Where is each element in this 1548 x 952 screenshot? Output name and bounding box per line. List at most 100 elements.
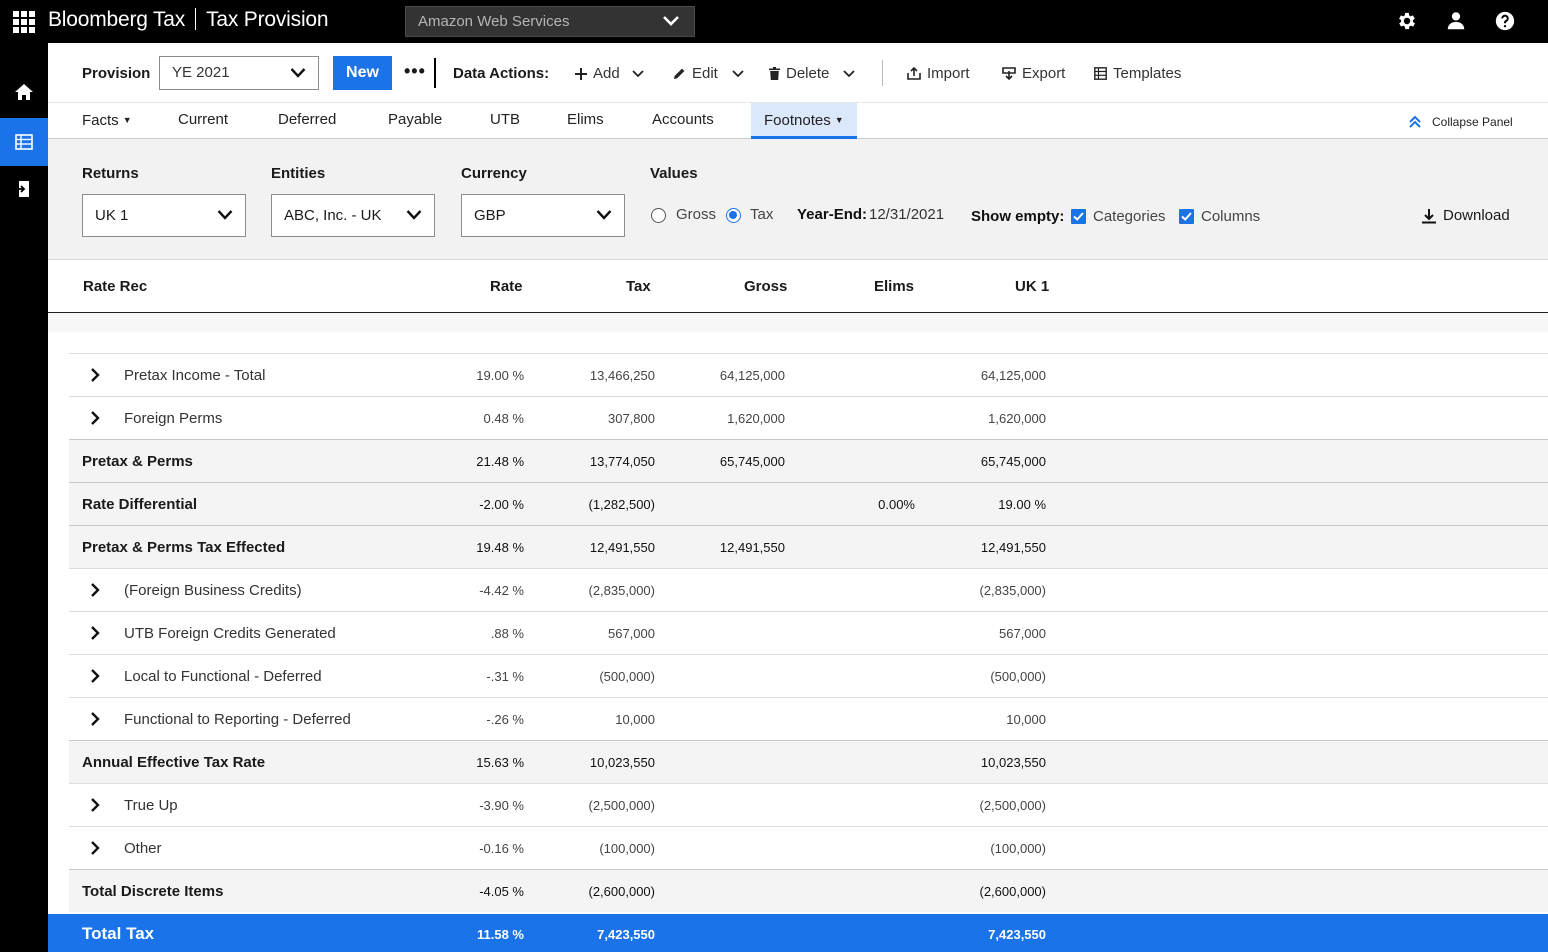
rate-cell: -.31 % xyxy=(486,669,524,684)
tax-cell: 12,491,550 xyxy=(589,540,655,555)
chevron-right-icon[interactable] xyxy=(89,410,101,426)
categories-checkbox[interactable] xyxy=(1071,209,1086,224)
download-button[interactable]: Download xyxy=(1421,207,1510,224)
tax-cell: (2,500,000) xyxy=(588,798,656,813)
more-options-button[interactable]: ••• xyxy=(404,61,426,82)
column-header-rate-rec[interactable]: Rate Rec xyxy=(83,278,147,295)
tab-current[interactable]: Current xyxy=(178,103,228,139)
table-row[interactable]: True Up -3.90 % (2,500,000) (2,500,000) xyxy=(69,783,1548,826)
user-icon[interactable] xyxy=(1445,10,1467,32)
row-label: Total Discrete Items xyxy=(82,883,224,900)
uk1-cell: 1,620,000 xyxy=(988,411,1046,426)
tax-radio[interactable] xyxy=(726,208,741,223)
column-header-rate[interactable]: Rate xyxy=(490,278,523,295)
provision-select[interactable]: YE 2021 xyxy=(159,56,319,90)
entities-select[interactable]: ABC, Inc. - UK xyxy=(271,194,435,237)
rate-cell: 21.48 % xyxy=(476,454,524,469)
uk1-cell: 567,000 xyxy=(999,626,1046,641)
tab-accounts[interactable]: Accounts xyxy=(652,103,714,139)
returns-select[interactable]: UK 1 xyxy=(82,194,246,237)
tax-cell: 307,800 xyxy=(608,411,655,426)
column-header-elims[interactable]: Elims xyxy=(874,278,914,295)
new-button[interactable]: New xyxy=(333,56,392,90)
toolbar-divider xyxy=(882,60,883,86)
product-name: Tax Provision xyxy=(206,8,329,31)
tab-label: Accounts xyxy=(652,111,714,128)
table-row[interactable]: Pretax & Perms Tax Effected 19.48 % 12,4… xyxy=(69,525,1548,568)
uk1-cell: (2,500,000) xyxy=(979,798,1047,813)
row-label: Annual Effective Tax Rate xyxy=(82,754,266,771)
total-tax-row[interactable]: Total Tax 11.58 % 7,423,550 7,423,550 xyxy=(48,914,1548,952)
caret-down-icon: ▼ xyxy=(834,115,844,125)
tables-nav-button[interactable] xyxy=(0,118,48,166)
chevron-right-icon[interactable] xyxy=(89,840,101,856)
table-row[interactable]: Foreign Perms 0.48 % 307,800 1,620,000 1… xyxy=(69,396,1548,439)
tax-cell: (2,600,000) xyxy=(588,884,656,899)
rate-cell: 19.48 % xyxy=(476,540,524,555)
checkmark-icon xyxy=(1073,212,1084,221)
currency-select[interactable]: GBP xyxy=(461,194,625,237)
home-nav-button[interactable] xyxy=(0,68,48,116)
export-button[interactable]: Export xyxy=(1002,65,1065,82)
tab-facts[interactable]: Facts ▼ xyxy=(82,103,132,139)
templates-button[interactable]: Templates xyxy=(1094,65,1181,82)
column-header-gross[interactable]: Gross xyxy=(744,278,787,295)
export-icon xyxy=(1002,67,1016,80)
chevron-right-icon[interactable] xyxy=(89,797,101,813)
add-button[interactable]: Add xyxy=(575,65,644,82)
pencil-icon xyxy=(674,68,685,79)
filter-panel: Returns UK 1 Entities ABC, Inc. - UK Cur… xyxy=(48,139,1548,260)
uk1-cell: 64,125,000 xyxy=(980,368,1046,383)
plus-icon xyxy=(575,67,587,80)
table-row[interactable]: Other -0.16 % (100,000) (100,000) xyxy=(69,826,1548,869)
column-header-uk1[interactable]: UK 1 xyxy=(1015,278,1049,295)
org-selector[interactable]: Amazon Web Services xyxy=(405,6,695,37)
column-header-tax[interactable]: Tax xyxy=(626,278,651,295)
table-spacer xyxy=(48,313,1548,332)
total-rate-cell: 11.58 % xyxy=(477,927,524,942)
templates-label: Templates xyxy=(1113,65,1182,82)
help-icon[interactable] xyxy=(1494,10,1516,32)
toolbar-divider xyxy=(434,58,436,88)
tab-footnotes[interactable]: Footnotes ▼ xyxy=(751,103,857,139)
gross-radio[interactable] xyxy=(651,208,666,223)
chevron-right-icon[interactable] xyxy=(89,367,101,383)
chevron-right-icon[interactable] xyxy=(89,625,101,641)
rate-cell: 19.00 % xyxy=(476,368,524,383)
provision-select-value: YE 2021 xyxy=(172,64,230,81)
table-row[interactable]: (Foreign Business Credits) -4.42 % (2,83… xyxy=(69,568,1548,611)
table-row[interactable]: Pretax Income - Total 19.00 % 13,466,250… xyxy=(69,353,1548,396)
tab-elims[interactable]: Elims xyxy=(567,103,604,139)
row-label: Functional to Reporting - Deferred xyxy=(124,711,351,728)
table-row[interactable]: UTB Foreign Credits Generated .88 % 567,… xyxy=(69,611,1548,654)
document-export-icon xyxy=(16,181,29,197)
table-row[interactable]: Rate Differential -2.00 % (1,282,500) 0.… xyxy=(69,482,1548,525)
tab-utb[interactable]: UTB xyxy=(490,103,520,139)
tab-payable[interactable]: Payable xyxy=(388,103,442,139)
chevron-right-icon[interactable] xyxy=(89,668,101,684)
gear-icon[interactable] xyxy=(1396,10,1418,32)
uk1-cell: 10,000 xyxy=(1006,712,1046,727)
delete-button[interactable]: Delete xyxy=(769,65,855,82)
data-actions-label: Data Actions: xyxy=(453,65,550,82)
tab-deferred[interactable]: Deferred xyxy=(278,103,336,139)
edit-button[interactable]: Edit xyxy=(673,65,744,82)
table-row[interactable]: Pretax & Perms 21.48 % 13,774,050 65,745… xyxy=(69,439,1548,482)
app-launcher-icon[interactable] xyxy=(13,11,35,33)
tax-cell: (500,000) xyxy=(599,669,655,684)
gross-cell: 1,620,000 xyxy=(727,411,785,426)
table-row[interactable]: Annual Effective Tax Rate 15.63 % 10,023… xyxy=(69,740,1548,783)
chevron-right-icon[interactable] xyxy=(89,582,101,598)
chevron-down-icon xyxy=(843,69,855,77)
tax-cell: (2,835,000) xyxy=(588,583,656,598)
table-row[interactable]: Total Discrete Items -4.05 % (2,600,000)… xyxy=(69,869,1548,912)
collapse-panel-button[interactable]: Collapse Panel xyxy=(1408,115,1513,129)
documents-nav-button[interactable] xyxy=(0,165,48,213)
add-label: Add xyxy=(593,65,620,82)
gross-cell: 65,745,000 xyxy=(719,454,785,469)
columns-checkbox[interactable] xyxy=(1179,209,1194,224)
chevron-right-icon[interactable] xyxy=(89,711,101,727)
table-row[interactable]: Functional to Reporting - Deferred -.26 … xyxy=(69,697,1548,740)
table-row[interactable]: Local to Functional - Deferred -.31 % (5… xyxy=(69,654,1548,697)
import-button[interactable]: Import xyxy=(907,65,970,82)
